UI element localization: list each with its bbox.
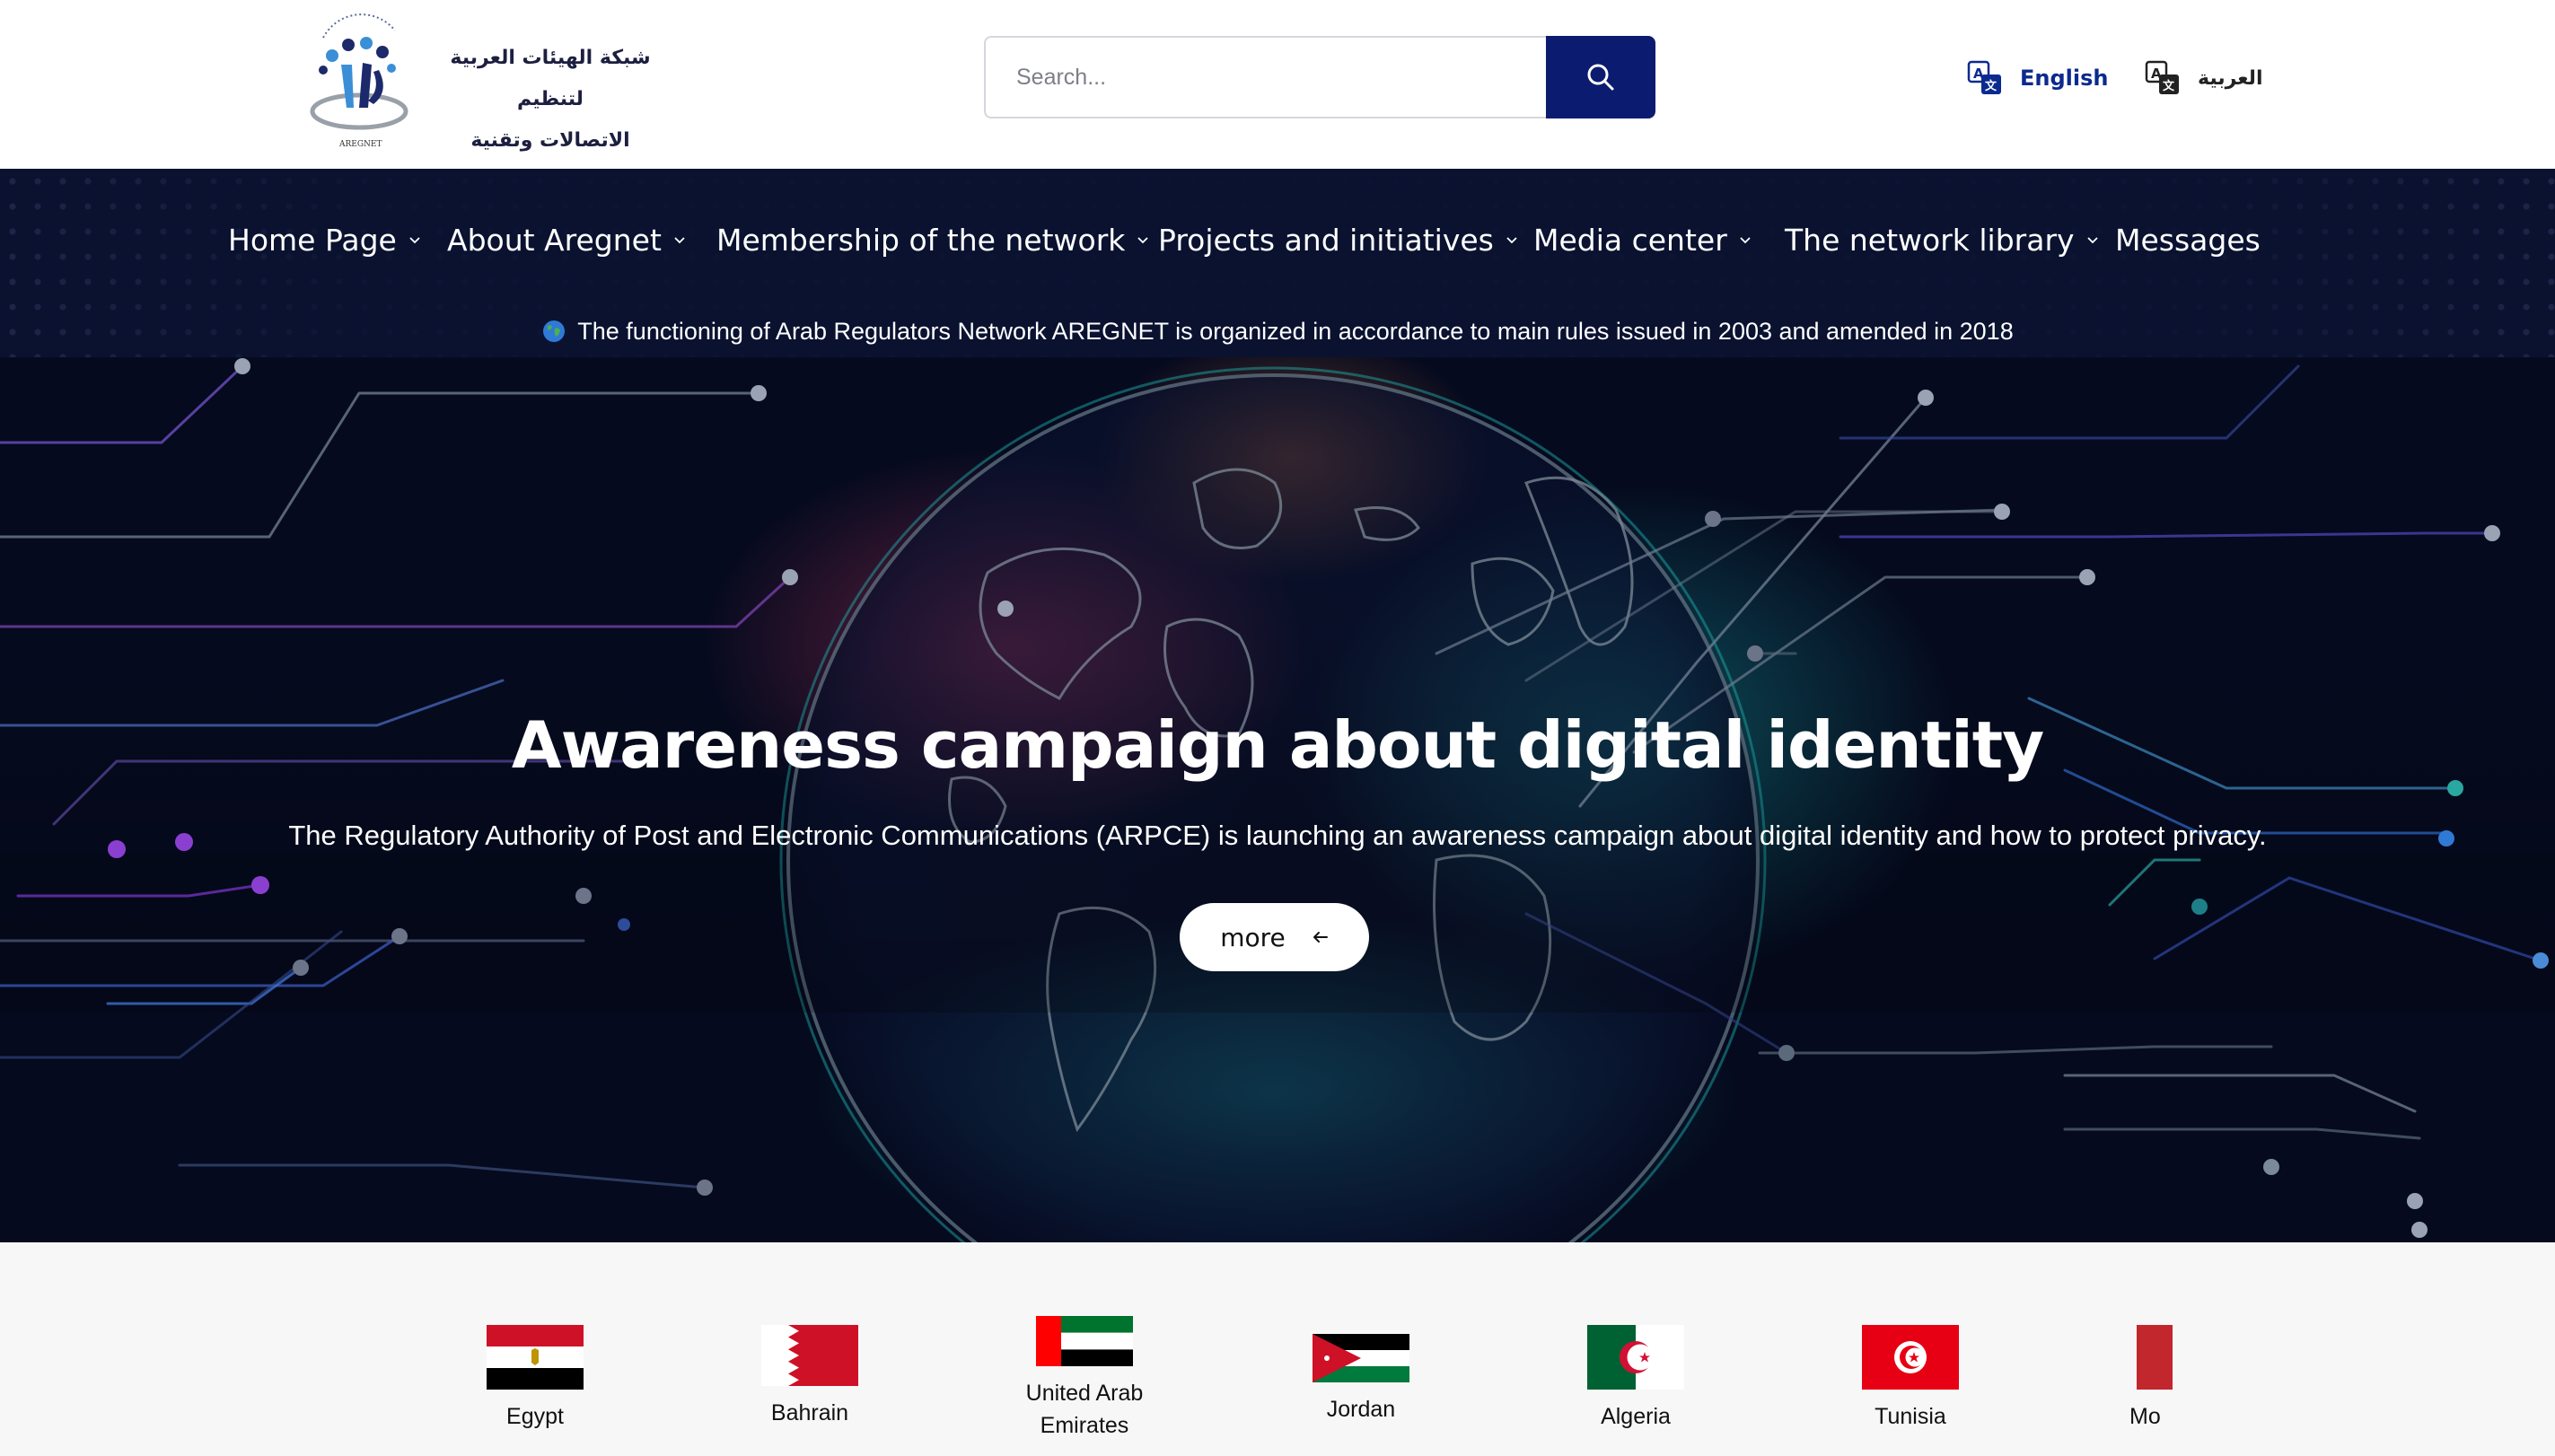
country-bahrain[interactable]: Bahrain	[754, 1325, 865, 1429]
nav-menu: Home Page About Aregnet Membership of th…	[0, 208, 2555, 271]
nav-item-label: Messages	[2115, 222, 2261, 258]
country-name: Mo	[2129, 1404, 2161, 1429]
country-name: Algeria	[1601, 1404, 1671, 1429]
jordan-flag-icon	[1313, 1334, 1409, 1382]
more-button[interactable]: more	[1180, 903, 1369, 971]
language-arabic-label: العربية	[2198, 66, 2263, 90]
chevron-down-icon	[674, 237, 685, 244]
country-tunisia[interactable]: Tunisia	[1855, 1325, 1966, 1433]
chevron-down-icon	[1506, 237, 1517, 244]
country-jordan[interactable]: Jordan	[1305, 1334, 1417, 1425]
main-navigation: Home Page About Aregnet Membership of th…	[0, 169, 2555, 357]
chevron-down-icon	[1740, 237, 1751, 244]
hero-background-graphic	[0, 357, 2555, 1242]
country-egypt[interactable]: Egypt	[479, 1325, 591, 1433]
egypt-flag-icon	[487, 1325, 584, 1390]
country-name: Bahrain	[770, 1400, 849, 1425]
nav-item-label: Membership of the network	[716, 222, 1126, 258]
news-ticker[interactable]: The functioning of Arab Regulators Netwo…	[0, 311, 2555, 352]
uae-flag-icon	[1036, 1316, 1133, 1366]
chevron-down-icon	[409, 237, 420, 244]
globe-icon	[543, 320, 566, 342]
nav-item-media[interactable]: Media center	[1533, 208, 1752, 271]
country-algeria[interactable]: Algeria	[1580, 1325, 1691, 1433]
nav-item-messages[interactable]: Messages	[2115, 208, 2261, 271]
language-english[interactable]: A 文 English	[1966, 56, 2108, 101]
country-name: Tunisia	[1875, 1404, 1946, 1429]
svg-text:文: 文	[2163, 79, 2175, 93]
nav-item-library[interactable]: The network library	[1785, 208, 2100, 271]
search-bar	[984, 36, 1655, 118]
site-header: شبكة الهيئات العربية لتنظيم الاتصالات وت…	[0, 0, 2555, 193]
chevron-down-icon	[2086, 237, 2098, 244]
country-name: United Arab Emirates	[1022, 1377, 1147, 1442]
algeria-flag-icon	[1587, 1325, 1684, 1390]
language-english-label: English	[2020, 66, 2109, 91]
bahrain-flag-icon	[761, 1325, 858, 1386]
search-input[interactable]	[984, 36, 1548, 118]
more-button-label: more	[1220, 922, 1286, 952]
country-partial[interactable]: Mo	[2129, 1325, 2180, 1433]
site-logo[interactable]: شبكة الهيئات العربية لتنظيم الاتصالات وت…	[296, 11, 673, 193]
tunisia-flag-icon	[1862, 1325, 1959, 1390]
logo-line-1: شبكة الهيئات العربية لتنظيم	[450, 47, 651, 110]
nav-item-label: About Aregnet	[447, 222, 662, 258]
country-name: Jordan	[1326, 1397, 1396, 1422]
nav-item-membership[interactable]: Membership of the network	[716, 208, 1150, 271]
translate-icon: A 文	[1967, 60, 2001, 94]
translate-icon: A 文	[2145, 60, 2179, 94]
country-name-line-1: United Arab	[1025, 1381, 1144, 1406]
nav-item-label: Home Page	[228, 222, 397, 258]
aregnet-logo-icon	[310, 13, 408, 130]
hero-slider: Awareness campaign about digital identit…	[0, 357, 2555, 1242]
nav-item-label: The network library	[1785, 222, 2075, 258]
nav-item-about[interactable]: About Aregnet	[447, 208, 687, 271]
search-icon	[1587, 64, 1614, 91]
country-name: Egypt	[506, 1404, 564, 1429]
hero-description: The Regulatory Authority of Post and Ele…	[288, 820, 2267, 851]
nav-item-projects[interactable]: Projects and initiatives	[1158, 208, 1519, 271]
search-button[interactable]	[1546, 36, 1655, 118]
ticker-text: The functioning of Arab Regulators Netwo…	[577, 317, 2014, 345]
chevron-down-icon	[1137, 237, 1149, 244]
nav-item-label: Projects and initiatives	[1158, 222, 1494, 258]
hero-title: Awareness campaign about digital identit…	[511, 707, 2044, 783]
member-countries-strip: Egypt Bahrain United Arab Emirates Jorda…	[0, 1242, 2555, 1456]
country-uae[interactable]: United Arab Emirates	[1022, 1316, 1147, 1442]
partial-flag-icon	[2137, 1325, 2173, 1390]
logo-caption: AREGNET	[339, 140, 382, 149]
svg-text:文: 文	[1985, 79, 1997, 93]
arrow-left-icon	[1313, 932, 1328, 943]
nav-item-home[interactable]: Home Page	[228, 208, 422, 271]
nav-item-label: Media center	[1533, 222, 1727, 258]
country-name-line-2: Emirates	[1040, 1413, 1129, 1438]
language-arabic[interactable]: A 文 العربية	[2144, 56, 2263, 101]
